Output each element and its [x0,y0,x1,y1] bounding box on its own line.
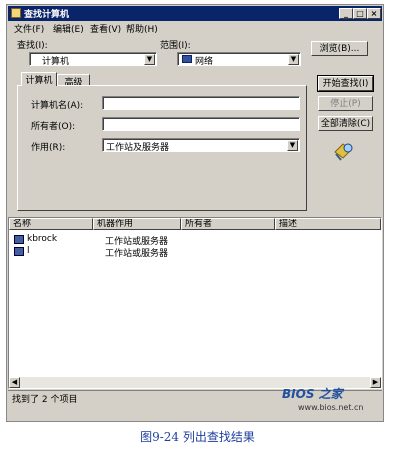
find-now-button[interactable]: 开始查找(I) [317,75,374,92]
column-header-role[interactable]: 机器作用 [93,218,181,230]
menu-edit[interactable]: 编辑(E) [53,22,84,35]
scroll-left-icon[interactable]: ◀ [9,377,20,388]
window-title: 查找计算机 [24,10,70,20]
computer-name-input[interactable] [102,96,300,110]
find-label: 查找(I): [17,41,48,51]
result-role: 工作站或服务器 [105,249,169,259]
window-icon [11,8,21,18]
column-header-owner[interactable]: 所有者 [181,218,275,230]
chevron-down-icon[interactable]: ▼ [287,140,298,151]
find-type-select[interactable]: 计算机 ▼ [29,52,157,67]
table-row[interactable]: l 工作站或服务器 [9,246,381,259]
menu-help[interactable]: 帮助(H) [126,22,158,35]
watermark-brand: BIOS 之家 [282,387,343,401]
network-icon [182,55,192,63]
scope-select[interactable]: 网络 ▼ [177,52,301,67]
column-header-name[interactable]: 名称 [9,218,93,230]
maximize-button[interactable]: □ [353,8,367,19]
role-select[interactable]: 工作站及服务器 ▼ [102,138,300,153]
chevron-down-icon[interactable]: ▼ [144,54,155,65]
result-name: kbrock [27,234,58,244]
table-row[interactable]: kbrock 工作站或服务器 [9,234,381,247]
chevron-down-icon[interactable]: ▼ [288,54,299,65]
status-text: 找到了 2 个项目 [12,395,78,405]
scope-value: 网络 [195,57,214,67]
watermark-url: www.bios.net.cn [298,403,364,412]
minimize-button[interactable]: _ [339,8,353,19]
role-value: 工作站及服务器 [106,143,170,153]
watermark-logo: BIOS 之家 www.bios.net.cn [258,383,382,415]
menu-bar: 文件(F) 编辑(E) 查看(V) 帮助(H) [8,21,382,35]
result-name: l [27,246,30,256]
browse-button[interactable]: 浏览(B)... [311,41,368,56]
tab-computer[interactable]: 计算机 [21,72,57,86]
role-label: 作用(R): [31,143,66,153]
column-header-description[interactable]: 描述 [275,218,381,230]
stop-button[interactable]: 停止(P) [318,96,373,111]
menu-view[interactable]: 查看(V) [90,22,121,35]
search-flashlight-icon [334,143,353,161]
scope-label: 范围(I): [160,41,191,51]
close-button[interactable]: × [367,8,381,19]
results-list[interactable]: 名称 机器作用 所有者 描述 kbrock 工作站或服务器 l 工作站或服务器 [8,217,382,389]
title-bar[interactable]: 查找计算机 _ □ × [8,6,382,21]
figure-caption: 图9-24 列出查找结果 [140,430,255,444]
clear-all-button[interactable]: 全部清除(C) [318,116,373,131]
computer-icon [14,247,24,256]
menu-file[interactable]: 文件(F) [14,22,44,35]
computer-icon [14,235,24,244]
computer-name-label: 计算机名(A): [31,101,84,111]
find-type-value: 计算机 [42,57,70,67]
owner-input[interactable] [102,117,300,131]
owner-label: 所有者(O): [31,122,76,132]
